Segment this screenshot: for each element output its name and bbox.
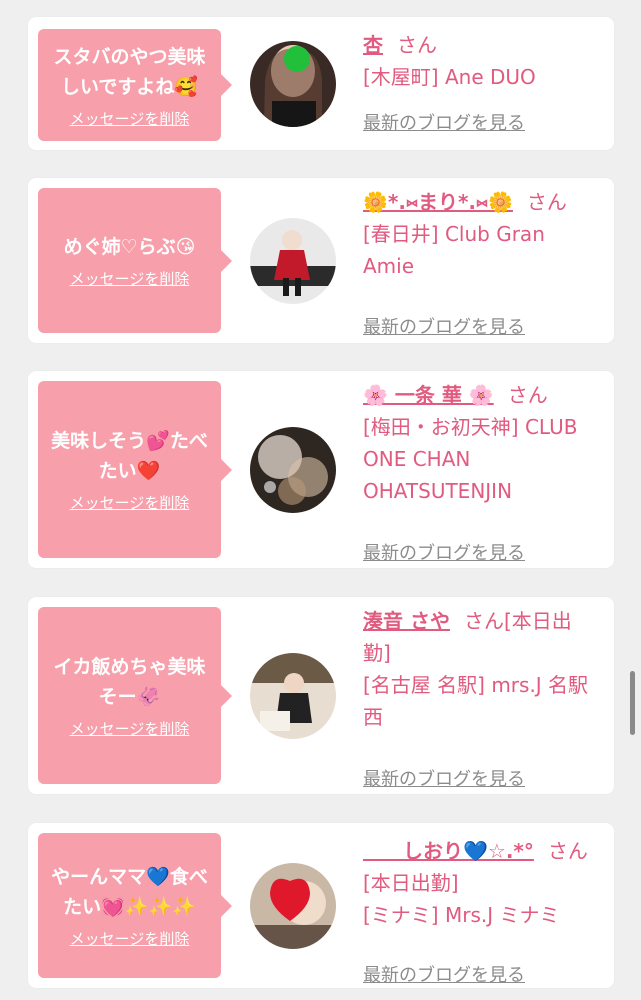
cast-info: 🌼*.⑅まり*.⑅🌼 さん [春日井] Club Gran Amie 最新のブログ… [363,186,596,338]
message-card: やーんママ💙食べたい💓✨✨✨ メッセージを削除 しおり💙☆.*° さん[本日出勤]… [28,823,614,988]
delete-message-link[interactable]: メッセージを削除 [70,108,190,129]
cast-info: 🌸 一条 華 🌸 さん [梅田・お初天神] CLUB ONE CHAN OHATS… [363,379,596,564]
cast-name-link[interactable]: 🌼*.⑅まり*.⑅🌼 [363,190,513,214]
honorific: さん [526,190,567,214]
avatar[interactable] [250,653,336,739]
message-text: やーんママ💙食べたい💓✨✨✨ [51,866,208,918]
latest-blog-link[interactable]: 最新のブログを見る [363,961,525,987]
shop-name: [梅田・お初天神] CLUB ONE CHAN OHATSUTENJIN [363,415,578,503]
cast-info: しおり💙☆.*° さん[本日出勤] [ミナミ] Mrs.J ミナミ 最新のブログを… [363,835,596,986]
message-bubble: やーんママ💙食べたい💓✨✨✨ メッセージを削除 [38,833,232,978]
shop-name: [春日井] Club Gran Amie [363,222,545,278]
message-text: スタバのやつ美味しいですよね🥰 [53,45,206,98]
shop-name: [木屋町] Ane DUO [363,65,536,89]
message-card: 美味しそう💕たべたい❤️ メッセージを削除 🌸 一条 華 🌸 さん [梅田・お初天… [28,371,614,568]
message-card: めぐ姉♡らぶ😘 メッセージを削除 🌼*.⑅まり*.⑅🌼 さん [春日井] Club… [28,178,614,343]
latest-blog-link[interactable]: 最新のブログを見る [363,109,525,135]
delete-message-link[interactable]: メッセージを削除 [70,718,190,739]
message-card: スタバのやつ美味しいですよね🥰 メッセージを削除 杏さん [木屋町] Ane D… [28,17,614,150]
cast-name-link[interactable]: 杏 [363,33,383,57]
avatar[interactable] [250,218,336,304]
message-bubble: イカ飯めちゃ美味そー🦑 メッセージを削除 [38,607,232,784]
message-text: めぐ姉♡らぶ😘 [63,236,196,258]
message-card: イカ飯めちゃ美味そー🦑 メッセージを削除 湊音 さや さん[本日出勤] [名古屋 … [28,597,614,794]
message-bubble: めぐ姉♡らぶ😘 メッセージを削除 [38,188,232,333]
cast-name-link[interactable]: 湊音 さや [363,609,450,633]
shop-name: [名古屋 名駅] mrs.J 名駅西 [363,673,589,729]
cast-name-link[interactable]: 🌸 一条 華 🌸 [363,383,494,407]
message-text: 美味しそう💕たべたい❤️ [51,430,208,482]
delete-message-link[interactable]: メッセージを削除 [70,268,190,289]
latest-blog-link[interactable]: 最新のブログを見る [363,539,525,565]
message-bubble: 美味しそう💕たべたい❤️ メッセージを削除 [38,381,232,558]
latest-blog-link[interactable]: 最新のブログを見る [363,313,525,339]
latest-blog-link[interactable]: 最新のブログを見る [363,765,525,791]
scrollbar[interactable] [630,671,635,735]
avatar[interactable] [250,863,336,949]
honorific: さん [397,33,437,57]
cast-info: 湊音 さや さん[本日出勤] [名古屋 名駅] mrs.J 名駅西 最新のブログを… [363,605,596,790]
delete-message-link[interactable]: メッセージを削除 [70,492,190,513]
message-bubble: スタバのやつ美味しいですよね🥰 メッセージを削除 [38,29,232,141]
shop-name: [ミナミ] Mrs.J ミナミ [363,903,560,927]
cast-name-link[interactable]: しおり💙☆.*° [363,839,534,863]
delete-message-link[interactable]: メッセージを削除 [70,928,190,949]
honorific: さん [507,383,548,407]
cast-info: 杏さん [木屋町] Ane DUO 最新のブログを見る [363,29,596,134]
avatar[interactable] [250,427,336,513]
message-text: イカ飯めちゃ美味そー🦑 [53,656,206,708]
avatar[interactable] [250,41,336,127]
